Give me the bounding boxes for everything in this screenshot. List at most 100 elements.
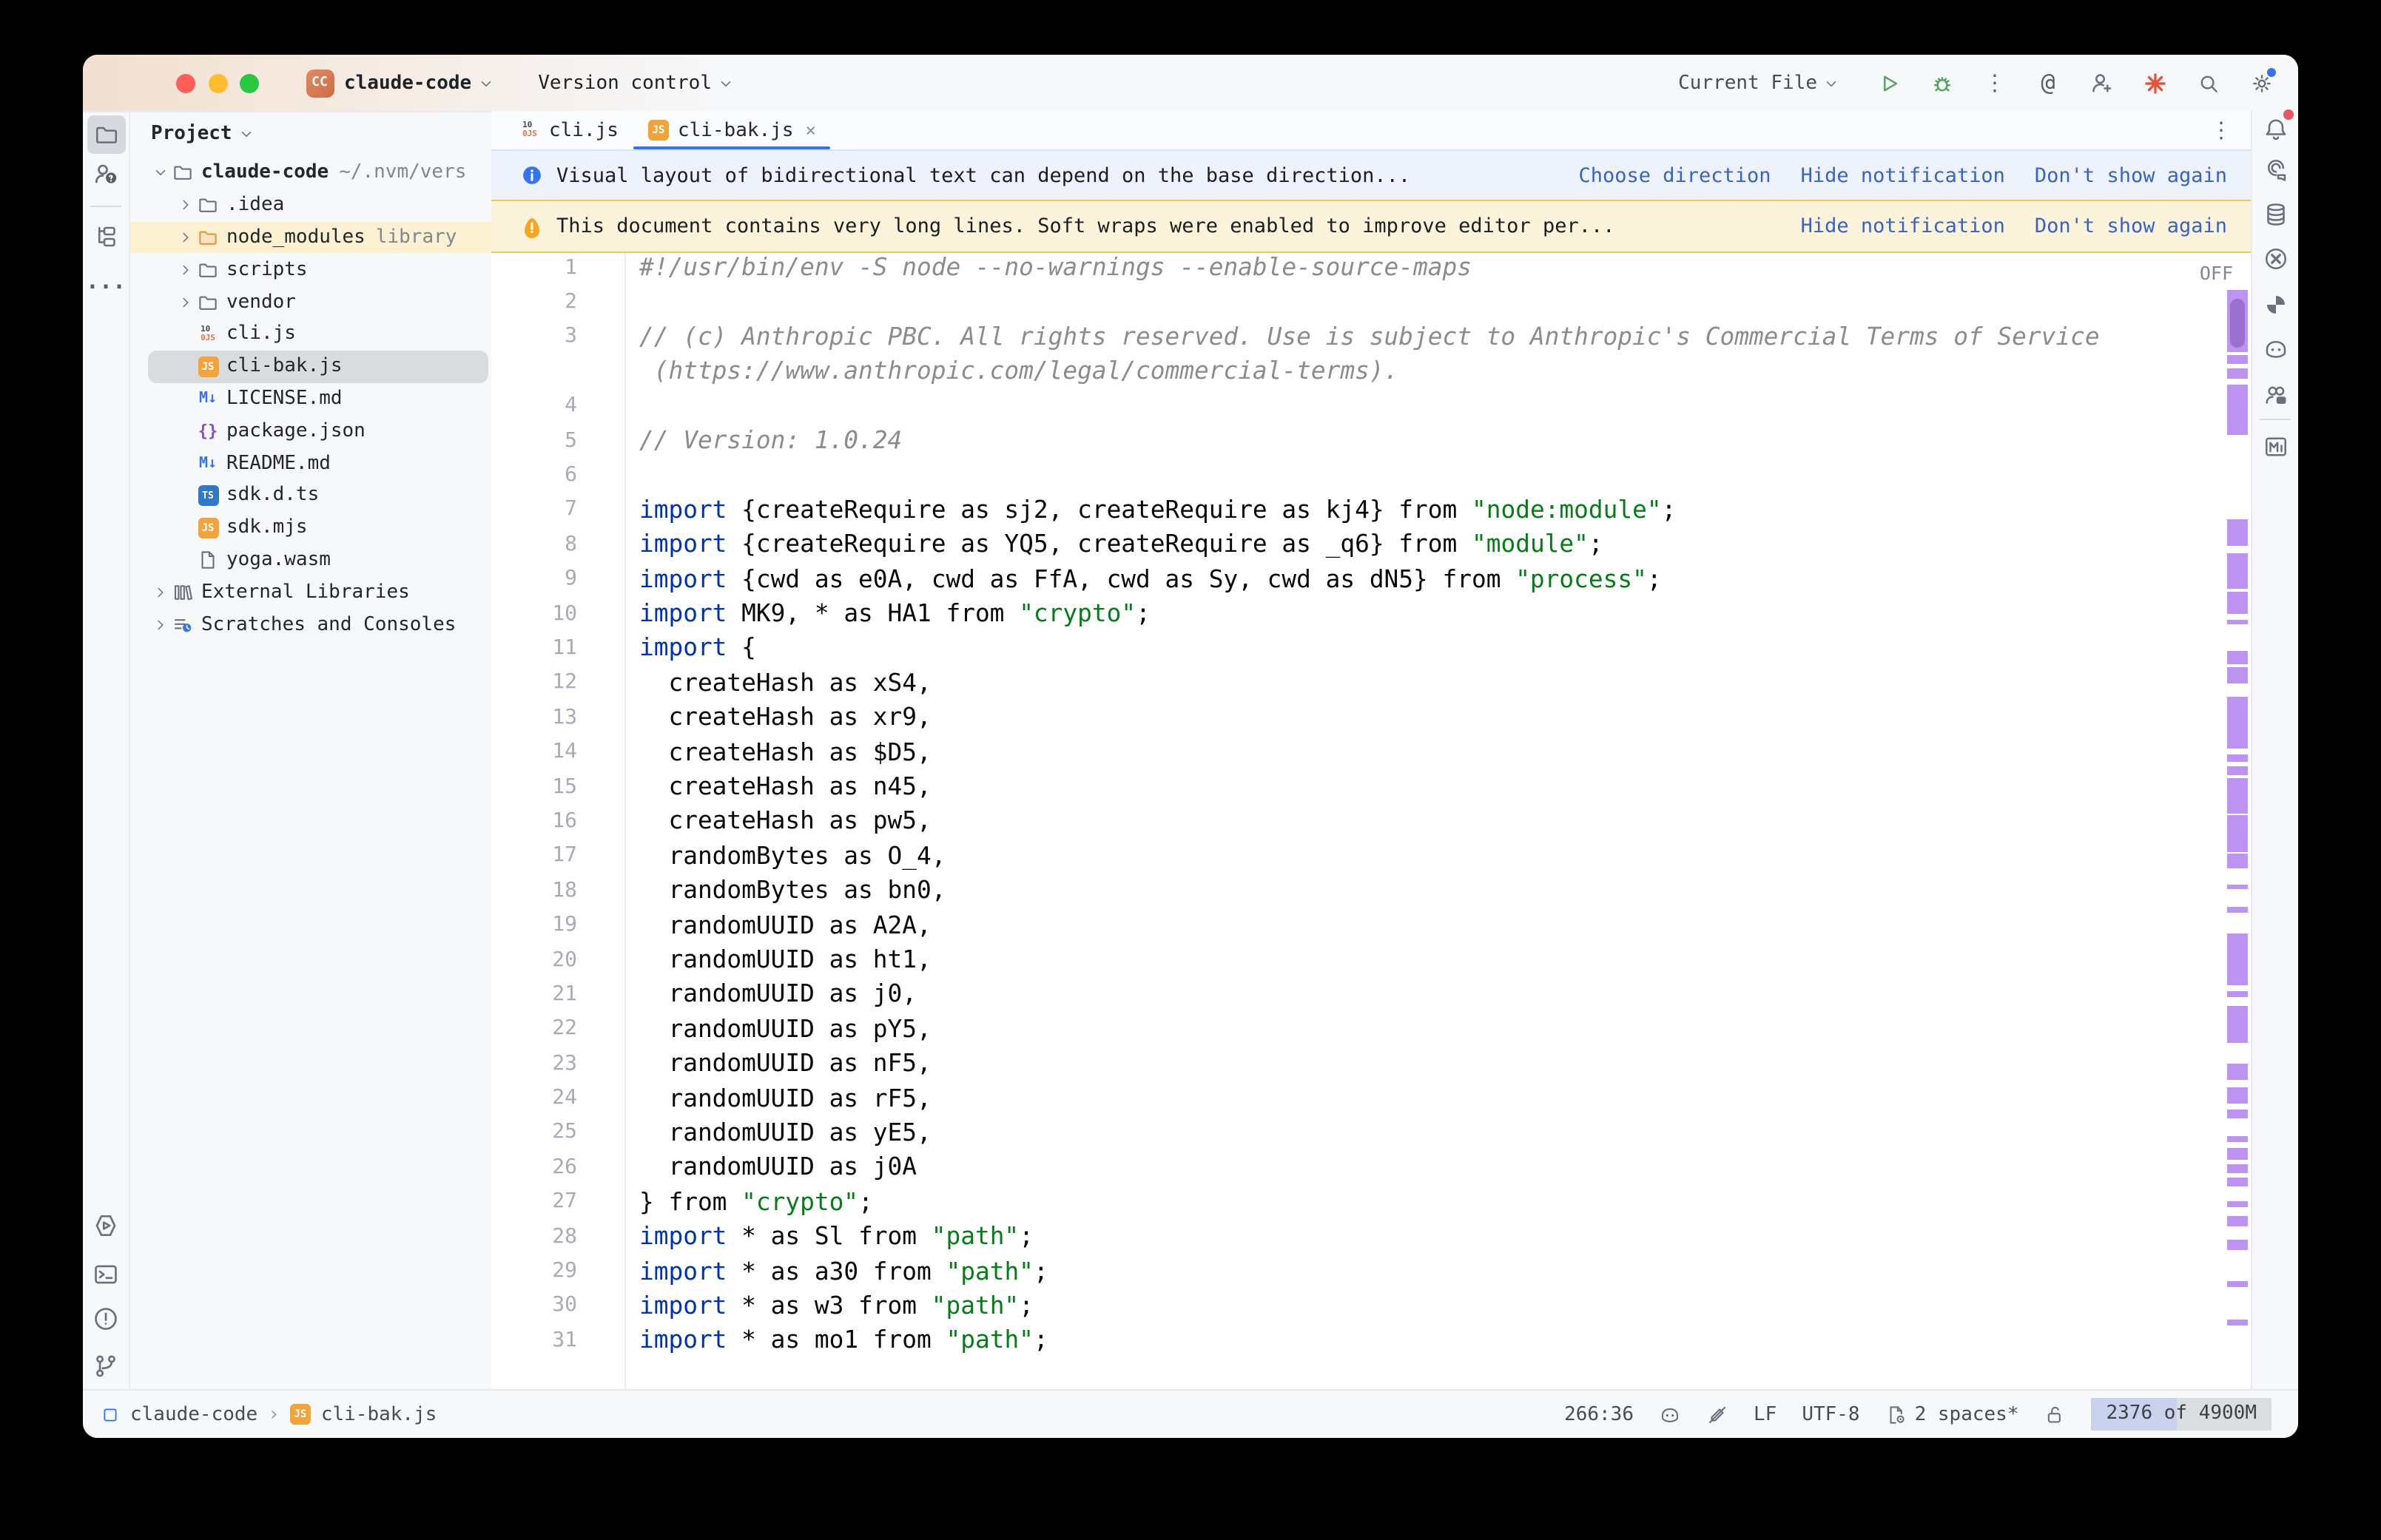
settings-button[interactable] xyxy=(2245,67,2277,99)
chevron-right-icon[interactable] xyxy=(149,614,172,635)
close-window-button[interactable] xyxy=(176,73,195,92)
x-plugin-tool-button[interactable] xyxy=(2259,243,2291,275)
more-actions-button[interactable]: ⋮ xyxy=(1978,67,2011,99)
code-line-29[interactable]: 29import * as a30 from "path"; xyxy=(491,1254,2221,1289)
editor-scrollbar[interactable] xyxy=(2227,253,2248,1391)
chevron-right-icon[interactable] xyxy=(175,195,197,215)
tree-item-scripts[interactable]: scripts xyxy=(130,254,491,286)
code-line-1[interactable]: 1#!/usr/bin/env -S node --no-warnings --… xyxy=(491,253,2221,285)
tree-item-yoga-wasm[interactable]: yoga.wasm xyxy=(130,544,491,576)
dont-show-again-link[interactable]: Don't show again xyxy=(2035,163,2227,187)
chevron-right-icon[interactable] xyxy=(175,291,197,312)
project-panel-header[interactable]: Project xyxy=(151,123,255,145)
tree-item-scratches-and-consoles[interactable]: Scratches and Consoles xyxy=(130,608,491,641)
zoom-window-button[interactable] xyxy=(240,73,259,92)
more-tool-windows-button[interactable]: ... xyxy=(90,265,122,297)
tree-item-claude-code[interactable]: claude-code~/.nvm/vers xyxy=(130,157,491,189)
tree-item-sdk-d-ts[interactable]: TSsdk.d.ts xyxy=(130,479,491,512)
code-line-21[interactable]: 21 randomUUID as j0, xyxy=(491,976,2221,1011)
hide-notification-link[interactable]: Hide notification xyxy=(1801,215,2005,238)
caret-position-widget[interactable]: 266:36 xyxy=(1564,1403,1634,1425)
code-line-2[interactable]: 2 xyxy=(491,285,2221,320)
code-line-18[interactable]: 18 randomBytes as bn0, xyxy=(491,873,2221,908)
ai-assistant-tool-button[interactable] xyxy=(2259,154,2291,186)
ai-robot-status-icon[interactable] xyxy=(1659,1403,1681,1425)
chevron-right-icon[interactable] xyxy=(175,227,197,248)
project-widget[interactable]: claude-code xyxy=(344,72,471,94)
search-everywhere-button[interactable] xyxy=(2192,67,2224,99)
code-line-20[interactable]: 20 randomUUID as ht1, xyxy=(491,942,2221,977)
chevron-right-icon[interactable] xyxy=(149,582,172,603)
tree-item-sdk-mjs[interactable]: JSsdk.mjs xyxy=(130,512,491,544)
version-control-tool-button[interactable] xyxy=(90,1349,122,1382)
ai-assistant-button[interactable]: @ xyxy=(2032,67,2064,99)
code-line-25[interactable]: 25 randomUUID as yE5, xyxy=(491,1115,2221,1150)
code-line-13[interactable]: 13 createHash as xr9, xyxy=(491,700,2221,734)
structure-tool-button[interactable] xyxy=(90,220,122,253)
tab-cli-js[interactable]: 100JS cli.js xyxy=(505,111,633,149)
scrollbar-thumb[interactable] xyxy=(2230,299,2245,348)
tree-item-cli-js[interactable]: 100JScli.js xyxy=(130,318,491,351)
code-with-me-users-tool-button[interactable] xyxy=(2259,379,2291,411)
tree-item-node-modules[interactable]: node_moduleslibrary xyxy=(130,221,491,254)
problems-tool-button[interactable] xyxy=(90,1302,122,1334)
code-line-9[interactable]: 9import {cwd as e0A, cwd as FfA, cwd as … xyxy=(491,561,2221,596)
debug-button[interactable] xyxy=(1925,67,1958,99)
code-line-3[interactable]: 3// (c) Anthropic PBC. All rights reserv… xyxy=(491,320,2221,354)
code-line-22[interactable]: 22 randomUUID as pY5, xyxy=(491,1011,2221,1046)
tab-list-more-button[interactable]: ⋮ xyxy=(2205,114,2237,146)
tree-item-vendor[interactable]: vendor xyxy=(130,286,491,318)
run-button[interactable] xyxy=(1872,67,1905,99)
hide-notification-link[interactable]: Hide notification xyxy=(1801,163,2005,187)
code-line-10[interactable]: 10import MK9, * as HA1 from "crypto"; xyxy=(491,596,2221,631)
pull-requests-tool-button[interactable] xyxy=(90,157,122,189)
tree-item-readme-md[interactable]: M↓README.md xyxy=(130,447,491,479)
line-separator-widget[interactable]: LF xyxy=(1754,1403,1777,1425)
plugin-pinwheel-tool-button[interactable] xyxy=(2259,288,2291,321)
starburst-plugin-button[interactable] xyxy=(2138,67,2171,99)
tree-item-cli-bak-js[interactable]: JScli-bak.js xyxy=(130,351,491,383)
memory-indicator[interactable]: 2376 of 4900M xyxy=(2092,1398,2272,1431)
database-tool-button[interactable] xyxy=(2259,198,2291,231)
code-line-17[interactable]: 17 randomBytes as O_4, xyxy=(491,838,2221,873)
code-line-6[interactable]: 6 xyxy=(491,458,2221,493)
code-line-5[interactable]: 5// Version: 1.0.24 xyxy=(491,423,2221,458)
project-tool-button[interactable] xyxy=(87,115,125,154)
choose-direction-link[interactable]: Choose direction xyxy=(1578,163,1771,187)
chevron-right-icon[interactable] xyxy=(175,260,197,280)
code-line-15[interactable]: 15 createHash as n45, xyxy=(491,769,2221,804)
code-line-30[interactable]: 30import * as w3 from "path"; xyxy=(491,1288,2221,1323)
highlighting-off-icon[interactable] xyxy=(1706,1403,1728,1425)
code-line-4[interactable]: 4 xyxy=(491,388,2221,423)
code-line-26[interactable]: 26 randomUUID as j0A xyxy=(491,1149,2221,1184)
vcs-widget[interactable]: Version control xyxy=(538,72,712,94)
code-line-14[interactable]: 14 createHash as $D5, xyxy=(491,734,2221,769)
notifications-bell-button[interactable] xyxy=(2259,112,2291,145)
code-line-8[interactable]: 8import {createRequire as YQ5, createReq… xyxy=(491,527,2221,561)
chevron-down-icon[interactable] xyxy=(149,163,172,183)
github-copilot-tool-button[interactable] xyxy=(2259,333,2291,365)
code-line-11[interactable]: 11import { xyxy=(491,631,2221,666)
encoding-widget[interactable]: UTF-8 xyxy=(1802,1403,1859,1425)
code-line-31[interactable]: 31import * as mo1 from "path"; xyxy=(491,1323,2221,1357)
tree-item--idea[interactable]: .idea xyxy=(130,189,491,222)
indent-widget[interactable]: 2 spaces* xyxy=(1885,1403,2019,1425)
terminal-tool-button[interactable] xyxy=(90,1257,122,1290)
tree-item-package-json[interactable]: {}package.json xyxy=(130,415,491,448)
run-configuration-selector[interactable]: Current File xyxy=(1678,72,1839,94)
code-editor[interactable]: 1#!/usr/bin/env -S node --no-warnings --… xyxy=(491,253,2251,1391)
lock-widget[interactable] xyxy=(2044,1403,2067,1425)
services-tool-button[interactable] xyxy=(90,1209,122,1241)
code-line-16[interactable]: 16 createHash as pw5, xyxy=(491,804,2221,839)
tab-cli-bak-js[interactable]: JS cli-bak.js × xyxy=(633,111,831,149)
breadcrumb[interactable]: claude-code › JS cli-bak.js xyxy=(101,1403,437,1425)
code-line-wrap[interactable]: (https://www.anthropic.com/legal/commerc… xyxy=(491,354,2221,388)
markdown-tool-button[interactable] xyxy=(2259,430,2291,463)
code-line-19[interactable]: 19 randomUUID as A2A, xyxy=(491,908,2221,942)
close-tab-icon[interactable]: × xyxy=(806,120,816,141)
tree-item-license-md[interactable]: M↓LICENSE.md xyxy=(130,382,491,415)
tree-item-external-libraries[interactable]: External Libraries xyxy=(130,576,491,609)
dont-show-again-link[interactable]: Don't show again xyxy=(2035,215,2227,238)
code-with-me-button[interactable] xyxy=(2085,67,2118,99)
code-line-23[interactable]: 23 randomUUID as nF5, xyxy=(491,1046,2221,1081)
